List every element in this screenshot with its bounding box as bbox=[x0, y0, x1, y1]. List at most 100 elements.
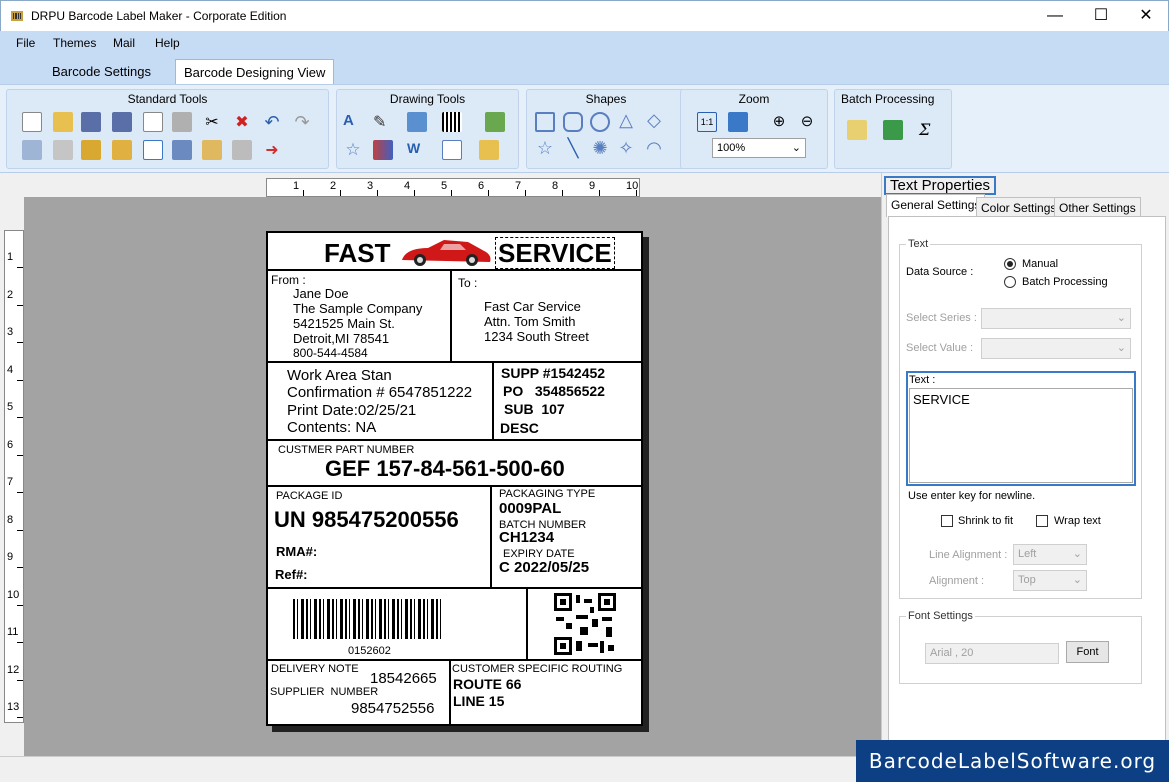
line-alignment-combo[interactable]: Left ⌄ bbox=[1013, 544, 1087, 565]
print-icon[interactable] bbox=[232, 140, 252, 160]
wrap-text-checkbox[interactable] bbox=[1036, 515, 1048, 527]
rounded-rectangle-icon[interactable] bbox=[563, 112, 583, 132]
supplier-number-value[interactable]: 9854752556 bbox=[351, 701, 434, 716]
signature-icon[interactable] bbox=[442, 140, 462, 160]
ellipse-icon[interactable] bbox=[590, 112, 610, 132]
sub-number[interactable]: SUB 107 bbox=[504, 402, 565, 416]
from-line[interactable]: 5421525 Main St. bbox=[293, 317, 395, 330]
text-tool-icon[interactable]: A bbox=[343, 112, 363, 132]
select-value-combo[interactable]: ⌄ bbox=[981, 338, 1131, 359]
menu-themes[interactable]: Themes bbox=[53, 36, 96, 50]
unlock-icon[interactable] bbox=[112, 140, 132, 160]
tab-barcode-settings[interactable]: Barcode Settings bbox=[44, 59, 159, 84]
batch-number-value[interactable]: CH1234 bbox=[499, 530, 554, 545]
tab-barcode-designing-view[interactable]: Barcode Designing View bbox=[175, 59, 335, 84]
star-shape-icon[interactable]: ☆ bbox=[343, 140, 363, 160]
fit-to-window-icon[interactable] bbox=[728, 112, 748, 132]
label-header-fast[interactable]: FAST bbox=[324, 240, 390, 266]
save-icon[interactable] bbox=[81, 112, 101, 132]
cut-icon[interactable]: ✂ bbox=[202, 112, 222, 132]
star-icon[interactable]: ☆ bbox=[535, 138, 555, 158]
work-line[interactable]: Print Date:02/25/21 bbox=[287, 403, 416, 418]
menu-file[interactable]: File bbox=[16, 36, 35, 50]
from-line[interactable]: 800-544-4584 bbox=[293, 347, 368, 359]
formula-icon[interactable]: Σ bbox=[919, 120, 939, 140]
zoom-in-icon[interactable]: ⊕ bbox=[769, 112, 789, 132]
delivery-note-label[interactable]: DELIVERY NOTE bbox=[271, 664, 359, 675]
from-label[interactable]: From : bbox=[271, 274, 306, 286]
supplier-number-label[interactable]: SUPPLIER NUMBER bbox=[270, 687, 378, 698]
qr-code[interactable] bbox=[554, 593, 616, 655]
library-icon[interactable] bbox=[373, 140, 393, 160]
routing-label[interactable]: CUSTOMER SPECIFIC ROUTING bbox=[452, 664, 622, 675]
gear-shape-icon[interactable]: ✺ bbox=[590, 138, 610, 158]
ref-label[interactable]: Ref#: bbox=[275, 568, 308, 581]
part-number-value[interactable]: GEF 157-84-561-500-60 bbox=[325, 458, 565, 480]
four-point-star-icon[interactable]: ✧ bbox=[616, 138, 636, 158]
po-number[interactable]: PO 354856522 bbox=[503, 384, 605, 398]
package-id-value[interactable]: UN 985475200556 bbox=[274, 509, 459, 531]
from-line[interactable]: Detroit,MI 78541 bbox=[293, 332, 389, 345]
excel-import-icon[interactable] bbox=[883, 120, 903, 140]
desc-label[interactable]: DESC bbox=[500, 421, 539, 435]
menu-mail[interactable]: Mail bbox=[113, 36, 135, 50]
undo-icon[interactable]: ↶ bbox=[262, 112, 282, 132]
line-icon[interactable]: ╲ bbox=[563, 138, 583, 158]
work-line[interactable]: Contents: NA bbox=[287, 420, 376, 435]
to-line[interactable]: Fast Car Service bbox=[484, 300, 581, 313]
select-series-combo[interactable]: ⌄ bbox=[981, 308, 1131, 329]
tab-other-settings[interactable]: Other Settings bbox=[1054, 197, 1141, 217]
menu-help[interactable]: Help bbox=[155, 36, 180, 50]
linear-barcode[interactable] bbox=[293, 599, 443, 639]
from-line[interactable]: The Sample Company bbox=[293, 302, 422, 315]
open-icon[interactable] bbox=[53, 112, 73, 132]
tab-general-settings[interactable]: General Settings bbox=[886, 194, 986, 217]
to-label[interactable]: To : bbox=[458, 277, 477, 289]
manual-radio[interactable] bbox=[1004, 258, 1016, 270]
lock-icon[interactable] bbox=[81, 140, 101, 160]
send-back-icon[interactable] bbox=[53, 140, 73, 160]
zoom-out-icon[interactable]: ⊖ bbox=[797, 112, 817, 132]
label-header-service[interactable]: SERVICE bbox=[495, 237, 615, 269]
font-button[interactable]: Font bbox=[1066, 641, 1109, 663]
rectangle-shape-icon[interactable] bbox=[535, 112, 555, 132]
alignment-combo[interactable]: Top ⌄ bbox=[1013, 570, 1087, 591]
work-line[interactable]: Confirmation # 6547851222 bbox=[287, 385, 472, 400]
email-icon[interactable] bbox=[202, 140, 222, 160]
diamond-icon[interactable]: ◇ bbox=[644, 110, 664, 130]
packaging-type-value[interactable]: 0009PAL bbox=[499, 501, 561, 516]
maximize-button[interactable]: ☐ bbox=[1078, 1, 1124, 32]
route-value[interactable]: ROUTE 66 bbox=[453, 677, 521, 691]
text-input[interactable]: SERVICE bbox=[909, 388, 1133, 483]
image-icon[interactable] bbox=[407, 112, 427, 132]
redo-icon[interactable]: ↷ bbox=[292, 112, 312, 132]
grid-icon[interactable] bbox=[143, 140, 163, 160]
picture-icon[interactable] bbox=[485, 112, 505, 132]
delete-icon[interactable]: ✖ bbox=[232, 112, 252, 132]
print-preview-icon[interactable] bbox=[172, 140, 192, 160]
car-logo-icon[interactable] bbox=[398, 236, 494, 268]
line-value[interactable]: LINE 15 bbox=[453, 694, 504, 708]
packaging-type-label[interactable]: PACKAGING TYPE bbox=[499, 489, 595, 500]
arc-icon[interactable]: ◠ bbox=[644, 138, 664, 158]
barcode-tool-icon[interactable] bbox=[442, 112, 462, 132]
close-button[interactable]: ✕ bbox=[1123, 1, 1169, 32]
actual-size-icon[interactable]: 1:1 bbox=[697, 112, 717, 132]
zoom-select[interactable]: 100% ⌄ bbox=[712, 138, 806, 158]
exit-icon[interactable]: ➜ bbox=[262, 140, 282, 160]
tab-color-settings[interactable]: Color Settings bbox=[976, 197, 1062, 217]
delivery-note-value[interactable]: 18542665 bbox=[370, 671, 437, 686]
supp-number[interactable]: SUPP #1542452 bbox=[501, 366, 605, 380]
new-icon[interactable] bbox=[22, 112, 42, 132]
barcode-label[interactable]: FAST SERVICE From : Jane Doe The Sample … bbox=[266, 231, 643, 726]
batch-edit-icon[interactable] bbox=[847, 120, 867, 140]
from-line[interactable]: Jane Doe bbox=[293, 287, 349, 300]
paste-icon[interactable] bbox=[172, 112, 192, 132]
expiry-date-value[interactable]: C 2022/05/25 bbox=[499, 560, 589, 575]
shrink-to-fit-checkbox[interactable] bbox=[941, 515, 953, 527]
to-line[interactable]: 1234 South Street bbox=[484, 330, 589, 343]
part-number-label[interactable]: CUSTMER PART NUMBER bbox=[278, 445, 414, 456]
barcode-text[interactable]: 0152602 bbox=[348, 646, 391, 657]
bring-front-icon[interactable] bbox=[22, 140, 42, 160]
insert-image-icon[interactable] bbox=[479, 140, 499, 160]
